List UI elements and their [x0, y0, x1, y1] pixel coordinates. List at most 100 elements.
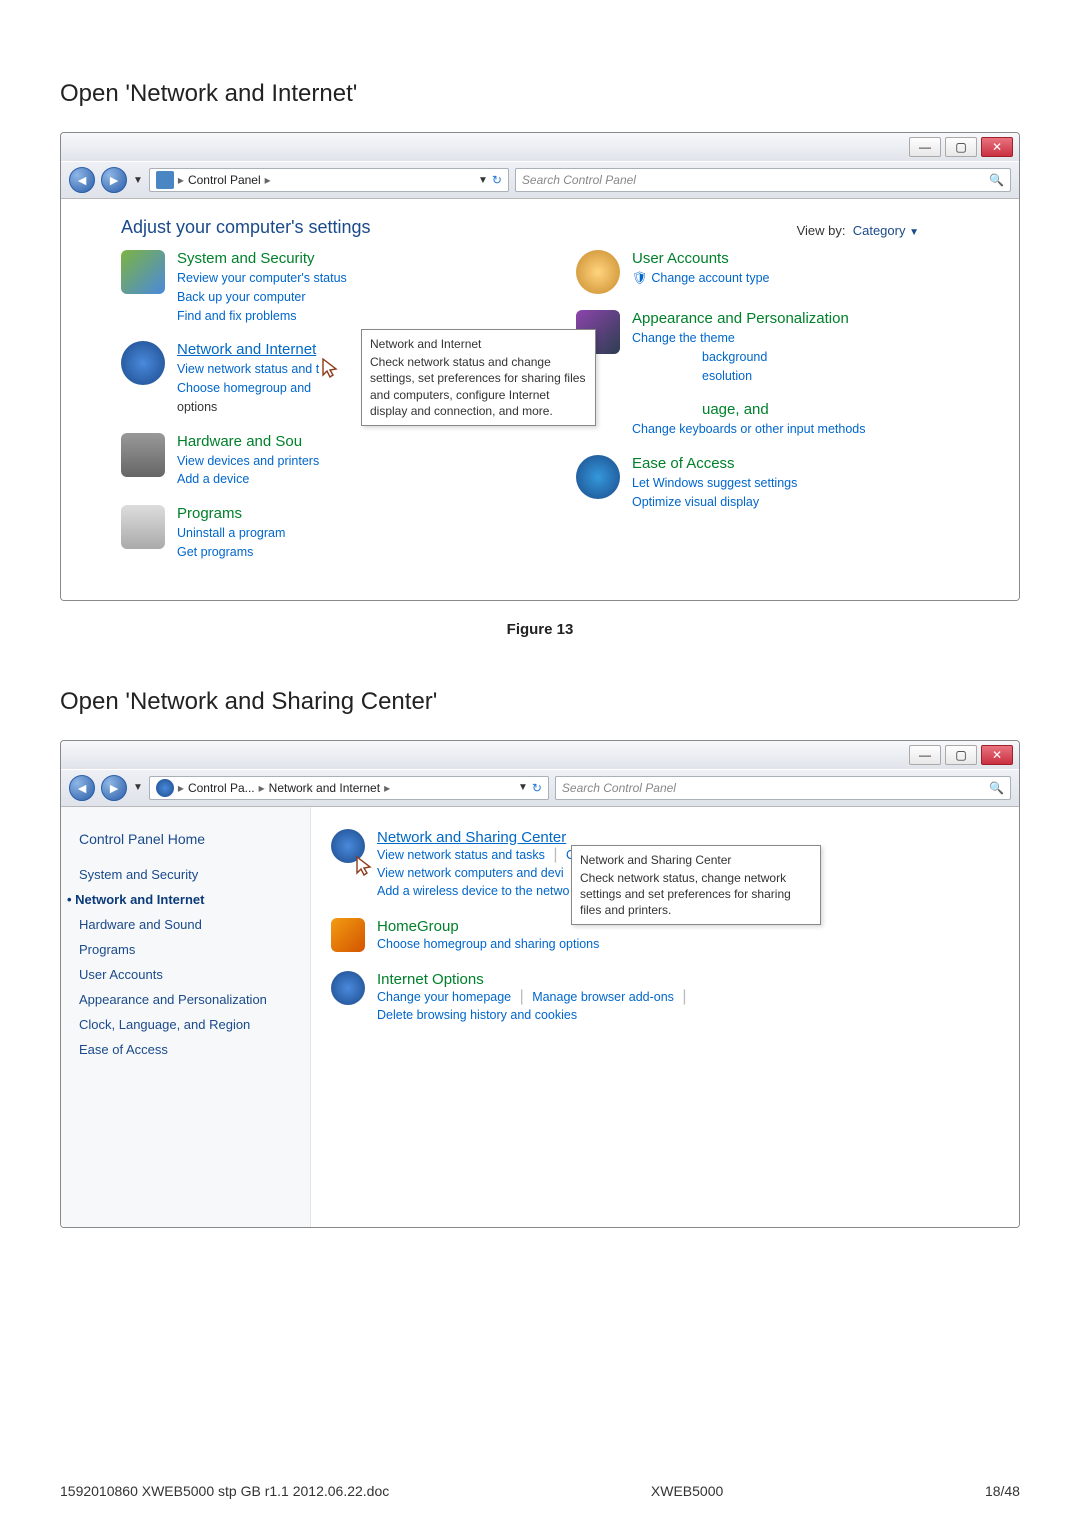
- cursor-icon: [321, 357, 341, 381]
- category-title: Ease of Access: [632, 455, 797, 472]
- chevron-right-icon: ▸: [384, 781, 390, 795]
- sub-link[interactable]: View network computers and devi: [377, 866, 564, 880]
- titlebar: — ▢ ✕: [61, 741, 1019, 769]
- search-input[interactable]: Search Control Panel: [515, 168, 1011, 192]
- chevron-right-icon: ▸: [178, 781, 184, 795]
- sidebar-home[interactable]: Control Panel Home: [79, 831, 292, 847]
- sub-link-frag[interactable]: background: [702, 348, 849, 367]
- history-dropdown[interactable]: ▼: [133, 782, 143, 793]
- breadcrumb-label: Control Pa...: [188, 781, 255, 795]
- breadcrumb-label: Network and Internet: [269, 781, 380, 795]
- printer-icon: [121, 433, 165, 477]
- sub-link[interactable]: Choose homegroup and sharing options: [377, 937, 599, 951]
- sub-link[interactable]: Get programs: [177, 543, 285, 562]
- sub-link[interactable]: View network status and t: [177, 360, 319, 379]
- sidebar-item-network-internet[interactable]: Network and Internet: [79, 892, 292, 907]
- sub-link[interactable]: options: [177, 398, 319, 417]
- chevron-right-icon: ▸: [265, 173, 271, 187]
- content-pane: Control Panel Home System and Security N…: [61, 807, 1019, 1227]
- category-title: Appearance and Personalization: [632, 310, 849, 327]
- separator: |: [682, 988, 686, 1005]
- sub-link[interactable]: Uninstall a program: [177, 524, 285, 543]
- history-dropdown[interactable]: ▼: [133, 175, 143, 186]
- breadcrumb[interactable]: ▸ Control Pa... ▸ Network and Internet ▸…: [149, 776, 549, 800]
- sidebar-item-system-security[interactable]: System and Security: [79, 867, 292, 882]
- sidebar-item-ease-of-access[interactable]: Ease of Access: [79, 1042, 292, 1057]
- forward-button[interactable]: ►: [101, 775, 127, 801]
- sub-link[interactable]: Let Windows suggest settings: [632, 474, 797, 493]
- category-title: Programs: [177, 505, 285, 522]
- search-placeholder: Search Control Panel: [522, 173, 636, 187]
- homegroup-icon: [331, 918, 365, 952]
- content-pane: Adjust your computer's settings View by:…: [61, 199, 1019, 600]
- maximize-button[interactable]: ▢: [945, 137, 977, 157]
- sub-link[interactable]: Change account type: [632, 269, 769, 288]
- breadcrumb[interactable]: ▸ Control Panel ▸ ▼ ↻: [149, 168, 509, 192]
- main-pane: Network and Sharing Center View network …: [311, 807, 1019, 1227]
- chevron-down-icon[interactable]: ▼: [518, 782, 528, 793]
- sub-link[interactable]: View devices and printers: [177, 452, 319, 471]
- tooltip-network-sharing: Network and Sharing Center Check network…: [571, 845, 821, 926]
- sub-link[interactable]: View network status and tasks: [377, 848, 545, 862]
- category-title: User Accounts: [632, 250, 769, 267]
- maximize-button[interactable]: ▢: [945, 745, 977, 765]
- close-button[interactable]: ✕: [981, 745, 1013, 765]
- category-internet-options[interactable]: Internet Options Change your homepage | …: [331, 971, 999, 1024]
- refresh-icon[interactable]: ↻: [532, 781, 542, 795]
- sub-link[interactable]: Change keyboards or other input methods: [632, 420, 865, 439]
- sidebar-item-programs[interactable]: Programs: [79, 942, 292, 957]
- view-by[interactable]: View by: Category ▼: [797, 223, 919, 238]
- close-button[interactable]: ✕: [981, 137, 1013, 157]
- back-button[interactable]: ◄: [69, 167, 95, 193]
- sub-link[interactable]: Add a wireless device to the netwo: [377, 884, 569, 898]
- sub-link[interactable]: Manage browser add-ons: [532, 990, 674, 1004]
- cursor-icon: [355, 855, 375, 879]
- sub-link-frag[interactable]: esolution: [702, 367, 849, 386]
- sub-link[interactable]: Choose homegroup and: [177, 379, 319, 398]
- sub-link[interactable]: Back up your computer: [177, 288, 347, 307]
- sub-link[interactable]: Review your computer's status: [177, 269, 347, 288]
- category-programs[interactable]: Programs Uninstall a program Get program…: [121, 505, 536, 562]
- view-by-value: Category: [853, 223, 906, 238]
- sub-link[interactable]: Optimize visual display: [632, 493, 797, 512]
- navbar: ◄ ► ▼ ▸ Control Pa... ▸ Network and Inte…: [61, 769, 1019, 807]
- category-system-security[interactable]: System and Security Review your computer…: [121, 250, 536, 325]
- sidebar: Control Panel Home System and Security N…: [61, 807, 311, 1227]
- page-footer: 1592010860 XWEB5000 stp GB r1.1 2012.06.…: [60, 1483, 1020, 1499]
- category-ease-of-access[interactable]: Ease of Access Let Windows suggest setti…: [576, 455, 991, 512]
- sub-link[interactable]: Change the theme: [632, 329, 849, 348]
- sub-link[interactable]: Change your homepage: [377, 990, 511, 1004]
- section-title-2: Open 'Network and Sharing Center': [60, 688, 1020, 716]
- sidebar-item-hardware-sound[interactable]: Hardware and Sound: [79, 917, 292, 932]
- figure-caption-1: Figure 13: [60, 621, 1020, 638]
- back-button[interactable]: ◄: [69, 775, 95, 801]
- window-network-internet: — ▢ ✕ ◄ ► ▼ ▸ Control Pa... ▸ Network an…: [60, 740, 1020, 1228]
- disc-icon: [121, 505, 165, 549]
- titlebar: — ▢ ✕: [61, 133, 1019, 161]
- category-appearance-personalization[interactable]: Appearance and Personalization Change th…: [576, 310, 991, 385]
- refresh-icon[interactable]: ↻: [492, 173, 502, 187]
- sub-link[interactable]: Delete browsing history and cookies: [377, 1008, 577, 1022]
- tooltip-body: Check network status and change settings…: [370, 354, 587, 419]
- tooltip-title: Network and Sharing Center: [580, 852, 812, 868]
- chevron-down-icon[interactable]: ▼: [478, 175, 488, 186]
- forward-button[interactable]: ►: [101, 167, 127, 193]
- separator: |: [553, 846, 557, 863]
- search-input[interactable]: Search Control Panel: [555, 776, 1011, 800]
- minimize-button[interactable]: —: [909, 137, 941, 157]
- category-title: HomeGroup: [377, 918, 599, 935]
- sidebar-item-clock-language[interactable]: Clock, Language, and Region: [79, 1017, 292, 1032]
- breadcrumb-label: Control Panel: [188, 173, 261, 187]
- chevron-right-icon: ▸: [178, 173, 184, 187]
- minimize-button[interactable]: —: [909, 745, 941, 765]
- sub-link[interactable]: Find and fix problems: [177, 307, 347, 326]
- category-clock-language[interactable]: uage, and Change keyboards or other inpu…: [632, 401, 991, 439]
- sub-link[interactable]: Add a device: [177, 470, 319, 489]
- category-user-accounts[interactable]: User Accounts Change account type: [576, 250, 991, 294]
- category-title-frag: uage, and: [702, 401, 865, 418]
- category-hardware-sound[interactable]: Hardware and Sou View devices and printe…: [121, 433, 536, 490]
- sidebar-item-appearance[interactable]: Appearance and Personalization: [79, 992, 292, 1007]
- sidebar-item-user-accounts[interactable]: User Accounts: [79, 967, 292, 982]
- shield-icon: [121, 250, 165, 294]
- separator: |: [520, 988, 524, 1005]
